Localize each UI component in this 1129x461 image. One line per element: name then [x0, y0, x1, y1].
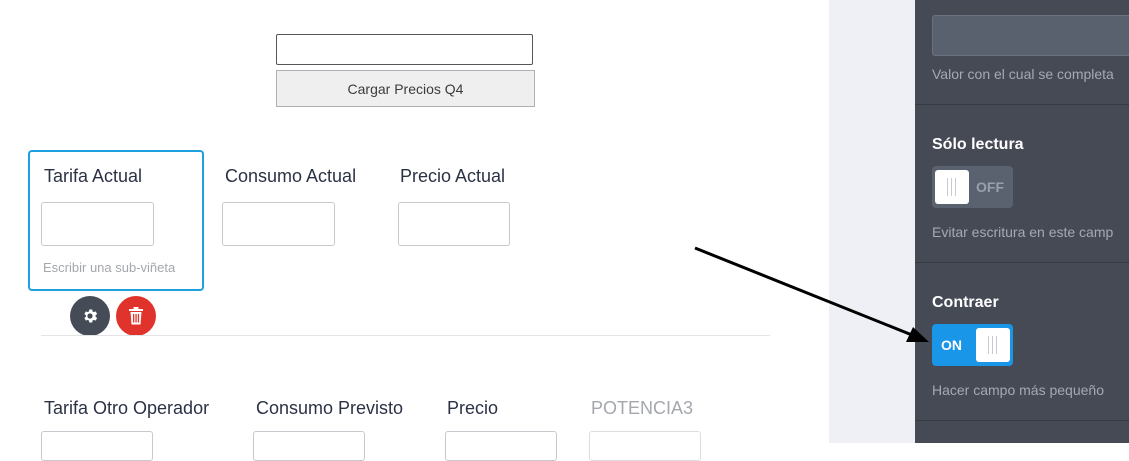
- shrink-toggle[interactable]: ON: [932, 324, 1013, 366]
- consumo-previsto-input[interactable]: [253, 431, 365, 461]
- panel-gutter: [829, 0, 915, 443]
- section-divider: [41, 335, 770, 336]
- shrink-description: Hacer campo más pequeño: [932, 382, 1104, 398]
- field-label: Tarifa Actual: [44, 166, 143, 186]
- default-value-input[interactable]: [932, 15, 1129, 56]
- toggle-state-label: ON: [941, 337, 962, 353]
- field-label-potencia3: POTENCIA3: [591, 398, 694, 418]
- consumo-actual-input[interactable]: [222, 202, 335, 246]
- tarifa-otro-input[interactable]: [41, 431, 153, 461]
- tarifa-actual-input[interactable]: [41, 202, 154, 246]
- shrink-title: Contraer: [932, 294, 999, 311]
- sublabel-input[interactable]: Escribir una sub-viñeta: [43, 260, 175, 275]
- trash-icon: [129, 307, 143, 325]
- toggle-knob: [976, 328, 1010, 362]
- read-only-section: Sólo lectura OFF Evitar escritura en est…: [915, 104, 1129, 263]
- field-label-precio: Precio: [447, 398, 499, 418]
- toggle-knob: [935, 170, 969, 204]
- delete-field-button[interactable]: [116, 296, 156, 336]
- precio-actual-input[interactable]: [398, 202, 510, 246]
- field-label: Precio Actual: [400, 166, 506, 186]
- toggle-state-label: OFF: [976, 179, 1004, 195]
- field-label-consumo-previsto: Consumo Previsto: [256, 398, 404, 418]
- field-label: Consumo Actual: [225, 166, 357, 186]
- load-prices-button[interactable]: Cargar Precios Q4: [276, 70, 535, 107]
- field-settings-button[interactable]: [70, 296, 110, 336]
- read-only-toggle[interactable]: OFF: [932, 166, 1013, 208]
- precio-input[interactable]: [445, 431, 557, 461]
- properties-panel: Valor con el cual se completa Sólo lectu…: [915, 0, 1129, 443]
- default-value-description: Valor con el cual se completa: [932, 66, 1114, 82]
- read-only-title: Sólo lectura: [932, 136, 1024, 153]
- shrink-section: Contraer ON Hacer campo más pequeño: [915, 262, 1129, 421]
- gear-icon: [84, 309, 98, 323]
- read-only-description: Evitar escritura en este camp: [932, 224, 1114, 240]
- default-value-section: Valor con el cual se completa: [915, 0, 1129, 105]
- field-label-tarifa-otro: Tarifa Otro Operador: [44, 398, 210, 418]
- potencia3-input[interactable]: [589, 431, 701, 461]
- price-load-input[interactable]: [276, 34, 533, 65]
